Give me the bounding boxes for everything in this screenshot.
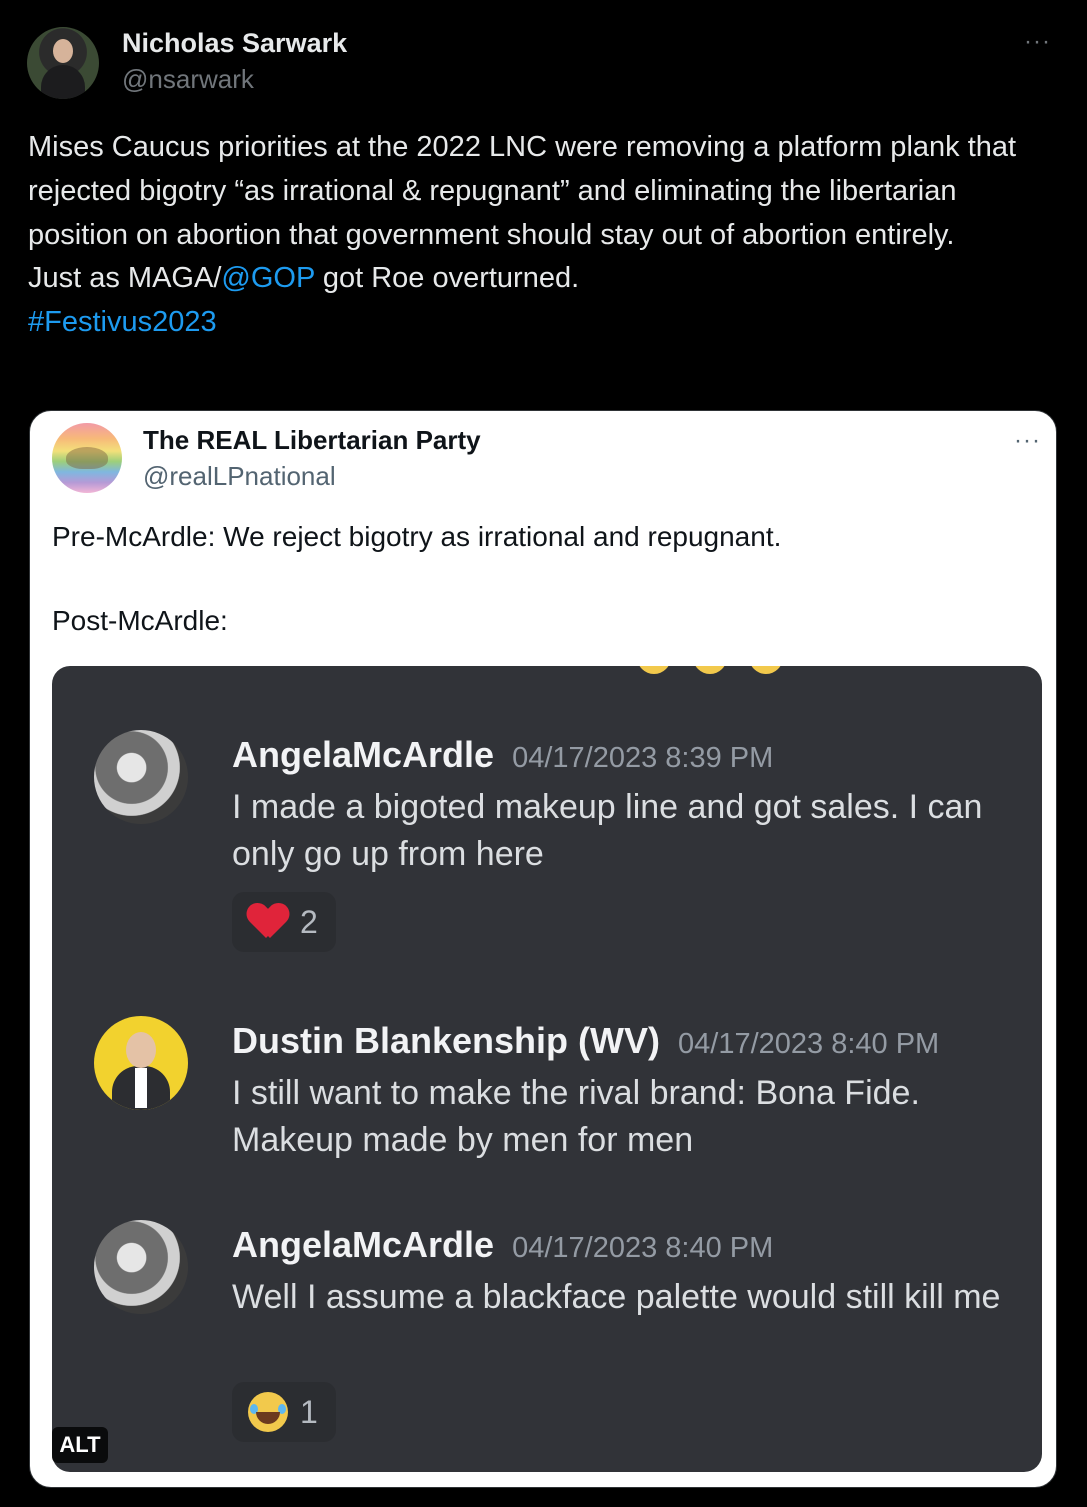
message-author-name: Dustin Blankenship (WV)	[232, 1020, 661, 1061]
quote-author-name[interactable]: The REAL Libertarian Party	[143, 425, 481, 456]
author-name[interactable]: Nicholas Sarwark	[122, 28, 347, 59]
message-author-name: AngelaMcArdle	[232, 1224, 495, 1265]
quote-more-options-icon[interactable]: ···	[1014, 427, 1041, 455]
message-timestamp: 04/17/2023 8:40 PM	[512, 1232, 774, 1264]
alt-text-badge[interactable]: ALT	[52, 1427, 108, 1463]
angela-avatar	[94, 730, 188, 824]
quote-text-line1: Pre-McArdle: We reject bigotry as irrati…	[52, 521, 782, 552]
author-avatar[interactable]	[27, 27, 99, 99]
message-timestamp: 04/17/2023 8:40 PM	[678, 1028, 940, 1060]
message-author: AngelaMcArdle 04/17/2023 8:39 PM	[232, 734, 773, 776]
chat-screenshot-image[interactable]: AngelaMcArdle 04/17/2023 8:39 PM I made a…	[52, 666, 1042, 1472]
quote-text-line2: Post-McArdle:	[52, 605, 228, 636]
message-body: I still want to make the rival brand: Bo…	[232, 1074, 920, 1159]
mention-link[interactable]: @GOP	[221, 262, 314, 294]
reaction-laugh: 1	[232, 1382, 336, 1442]
emoji-row-icon	[637, 666, 805, 679]
message-body: Well I assume a blackface palette would …	[232, 1278, 1001, 1316]
tweet-text-prefix: Just as MAGA/	[28, 262, 222, 295]
hashtag-link[interactable]: #Festivus2023	[28, 306, 217, 338]
tweet-text-body: Mises Caucus priorities at the 2022 LNC …	[28, 131, 1017, 251]
message-author: Dustin Blankenship (WV) 04/17/2023 8:40 P…	[232, 1020, 939, 1062]
tweet-text: Mises Caucus priorities at the 2022 LNC …	[28, 126, 1058, 345]
reaction-count: 2	[300, 903, 318, 940]
quote-author-handle[interactable]: @realLPnational	[143, 461, 336, 492]
more-options-icon[interactable]: ···	[1024, 28, 1051, 56]
message-author: AngelaMcArdle 04/17/2023 8:40 PM	[232, 1224, 773, 1266]
dustin-avatar	[94, 1016, 188, 1110]
message-timestamp: 04/17/2023 8:39 PM	[512, 742, 774, 774]
quote-author-avatar[interactable]	[52, 423, 122, 493]
message-author-name: AngelaMcArdle	[232, 734, 495, 775]
laughing-emoji-icon	[248, 1392, 288, 1432]
reaction-count: 1	[300, 1393, 318, 1430]
author-handle[interactable]: @nsarwark	[122, 64, 254, 95]
angela-avatar	[94, 1220, 188, 1314]
reaction-heart: 2	[232, 892, 336, 952]
tweet-text-suffix: got Roe overturned.	[314, 262, 580, 295]
quoted-tweet-card[interactable]: The REAL Libertarian Party @realLPnation…	[29, 410, 1057, 1488]
heart-icon	[248, 904, 288, 940]
message-body: I made a bigoted makeup line and got sal…	[232, 788, 983, 873]
